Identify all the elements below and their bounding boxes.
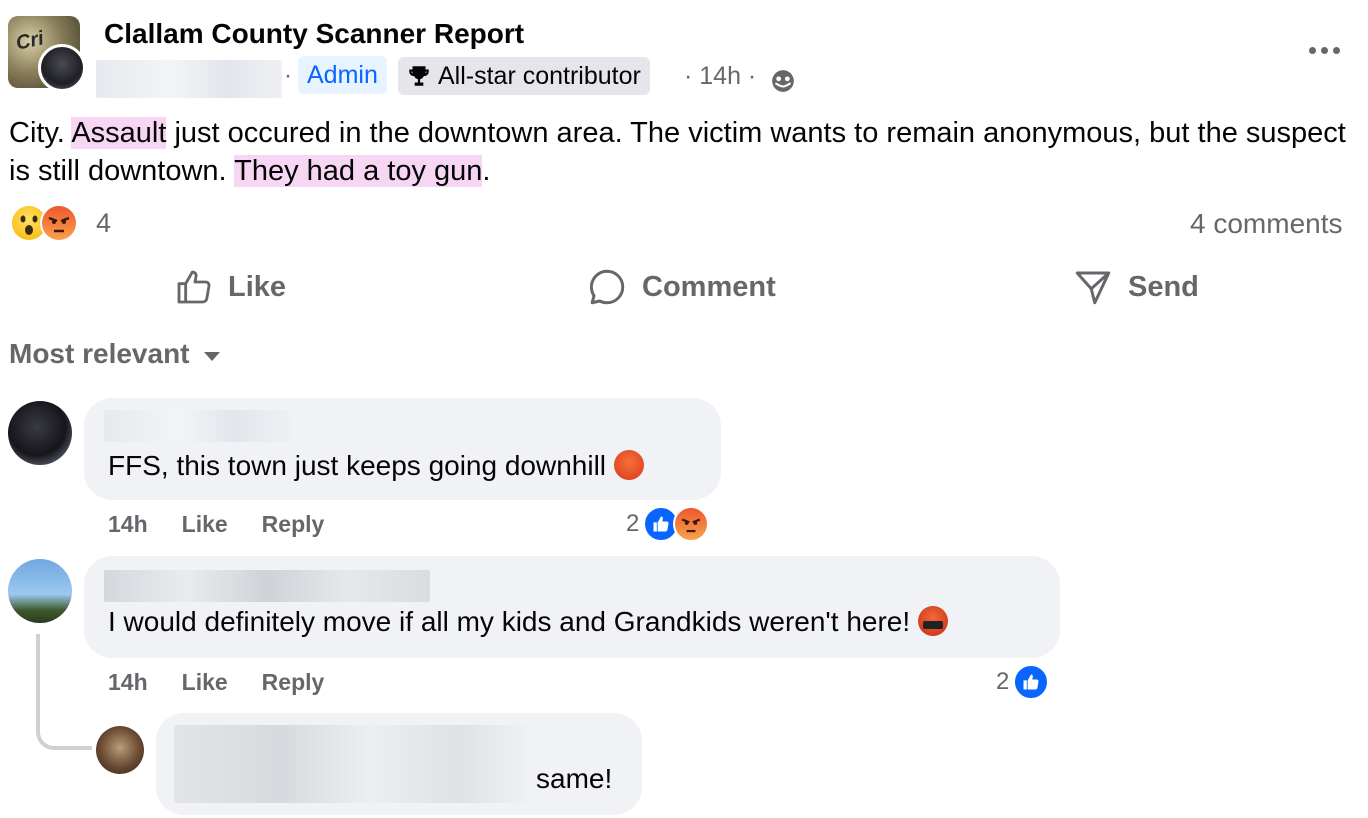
comment-meta: 14h Like Reply (108, 669, 324, 696)
highlighted-text: They had a toy gun (234, 155, 483, 187)
comment-time[interactable]: 14h (108, 669, 148, 696)
admin-badge: Admin (298, 56, 387, 94)
comment-reaction-count: 2 (996, 668, 1010, 695)
cursing-face-emoji-icon (918, 606, 949, 636)
group-name[interactable]: Clallam County Scanner Report (104, 18, 524, 50)
more-dot-icon (1320, 46, 1328, 54)
comment-bubble: FFS, this town just keeps going downhill (84, 398, 721, 500)
post-time[interactable]: · 14h · (684, 62, 756, 91)
comment-button[interactable]: Comment (586, 262, 776, 312)
reply-content-redacted[interactable] (174, 725, 528, 803)
angry-emoji-icon (40, 204, 78, 242)
comment-reaction-count: 2 (626, 510, 640, 537)
comment-like-button[interactable]: Like (182, 669, 228, 696)
poster-avatar[interactable] (38, 44, 86, 92)
highlighted-text: Assault (71, 117, 167, 149)
trophy-icon (409, 66, 429, 86)
comment-reactions[interactable]: 2 (626, 506, 710, 542)
reaction-summary[interactable] (10, 204, 78, 242)
commenter-avatar[interactable] (8, 559, 72, 623)
reaction-count[interactable]: 4 (96, 208, 111, 239)
comment-like-button[interactable]: Like (182, 511, 228, 538)
commenter-name-redacted[interactable] (104, 570, 430, 602)
comment-reply-button[interactable]: Reply (262, 511, 325, 538)
like-button[interactable]: Like (174, 262, 286, 312)
thumbs-up-icon (177, 270, 211, 304)
comment-label: Comment (642, 270, 776, 303)
chevron-down-icon (203, 351, 220, 361)
comment-reply-button[interactable]: Reply (262, 669, 325, 696)
like-icon (1013, 664, 1050, 700)
reply-bubble: same! (156, 713, 642, 815)
comments-count[interactable]: 4 comments (1190, 208, 1343, 240)
angry-emoji-icon (673, 506, 710, 542)
comment-reactions[interactable]: 2 (996, 664, 1050, 700)
group-avatar-text: Cri (13, 27, 46, 55)
reply-thread-line (36, 634, 92, 750)
more-dot-icon (1332, 46, 1340, 54)
reply-avatar[interactable] (96, 726, 144, 774)
sort-label: Most relevant (9, 338, 190, 369)
send-icon (1075, 271, 1111, 305)
comment-meta: 14h Like Reply (108, 511, 324, 538)
commenter-avatar[interactable] (8, 401, 72, 465)
allstar-contributor-badge: All-star contributor (398, 57, 650, 95)
send-button[interactable]: Send (1072, 262, 1199, 312)
like-label: Like (228, 270, 287, 303)
more-dot-icon (1308, 46, 1316, 54)
commenter-name-redacted[interactable] (104, 410, 290, 442)
poster-name-redacted[interactable] (96, 60, 282, 98)
send-label: Send (1128, 270, 1199, 303)
globe-icon[interactable] (770, 68, 796, 94)
comment-text: FFS, this town just keeps going downhill (108, 450, 645, 482)
meta-separator: · (284, 62, 292, 89)
comment-sort-dropdown[interactable]: Most relevant (9, 338, 220, 370)
more-options-button[interactable] (1302, 36, 1346, 64)
allstar-badge-label: All-star contributor (438, 62, 641, 90)
comment-bubble-icon (589, 269, 625, 305)
reply-text: same! (536, 763, 613, 794)
post-text: City. Assault just occured in the downto… (9, 117, 1346, 187)
comment-text: I would definitely move if all my kids a… (108, 606, 949, 638)
comment-time[interactable]: 14h (108, 511, 148, 538)
comment-bubble: I would definitely move if all my kids a… (84, 556, 1060, 658)
angry-face-emoji-icon (614, 450, 645, 480)
